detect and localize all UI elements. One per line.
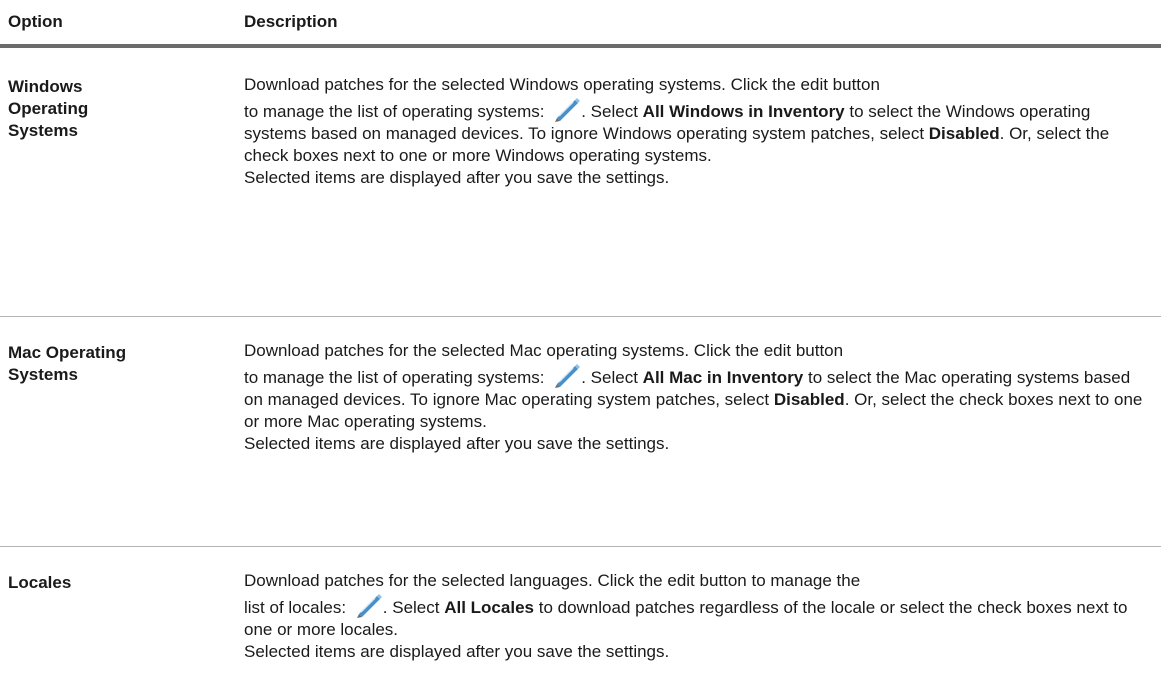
column-header-description: Description	[244, 12, 338, 31]
row-divider	[0, 316, 1161, 317]
description-windows-operating-systems: Download patches for the selected Window…	[244, 74, 1144, 189]
description-intro: Download patches for the selected Window…	[244, 75, 880, 94]
description-mac-operating-systems: Download patches for the selected Mac op…	[244, 340, 1144, 455]
option-all-windows-text: All Windows in Inventory	[642, 102, 845, 121]
option-locales: Locales	[8, 573, 72, 592]
header-divider	[0, 44, 1161, 48]
description-intro: Download patches for the selected langua…	[244, 571, 861, 590]
disabled-text: Disabled	[928, 124, 1000, 143]
option-mac-operating-systems: Mac Operating Systems	[8, 343, 127, 384]
description-note: Selected items are displayed after you s…	[244, 642, 670, 661]
description-intro: Download patches for the selected Mac op…	[244, 341, 844, 360]
description-select-text: . Select	[581, 102, 638, 121]
disabled-text: Disabled	[773, 390, 845, 409]
option-all-locales-text: All Locales	[444, 598, 534, 617]
description-lead: to manage the list of operating systems:	[244, 368, 545, 387]
description-note: Selected items are displayed after you s…	[244, 434, 670, 453]
option-all-mac-text: All Mac in Inventory	[642, 368, 804, 387]
row-divider	[0, 546, 1161, 547]
description-note: Selected items are displayed after you s…	[244, 168, 670, 187]
description-select-text: . Select	[382, 598, 440, 617]
option-windows-operating-systems: Windows Operating Systems	[8, 77, 89, 140]
description-body: list of locales: . Select All Locales to…	[244, 592, 1144, 641]
description-select-text: . Select	[581, 368, 638, 387]
column-header-option: Option	[8, 12, 63, 31]
description-body: to manage the list of operating systems:…	[244, 362, 1144, 433]
description-locales: Download patches for the selected langua…	[244, 570, 1144, 663]
pencil-icon	[555, 364, 581, 388]
pencil-icon	[555, 98, 581, 122]
description-body: to manage the list of operating systems:…	[244, 96, 1144, 167]
table-header-row: Option Description	[0, 0, 1161, 44]
description-lead: list of locales:	[244, 598, 347, 617]
pencil-icon	[356, 594, 382, 618]
description-lead: to manage the list of operating systems:	[244, 102, 545, 121]
